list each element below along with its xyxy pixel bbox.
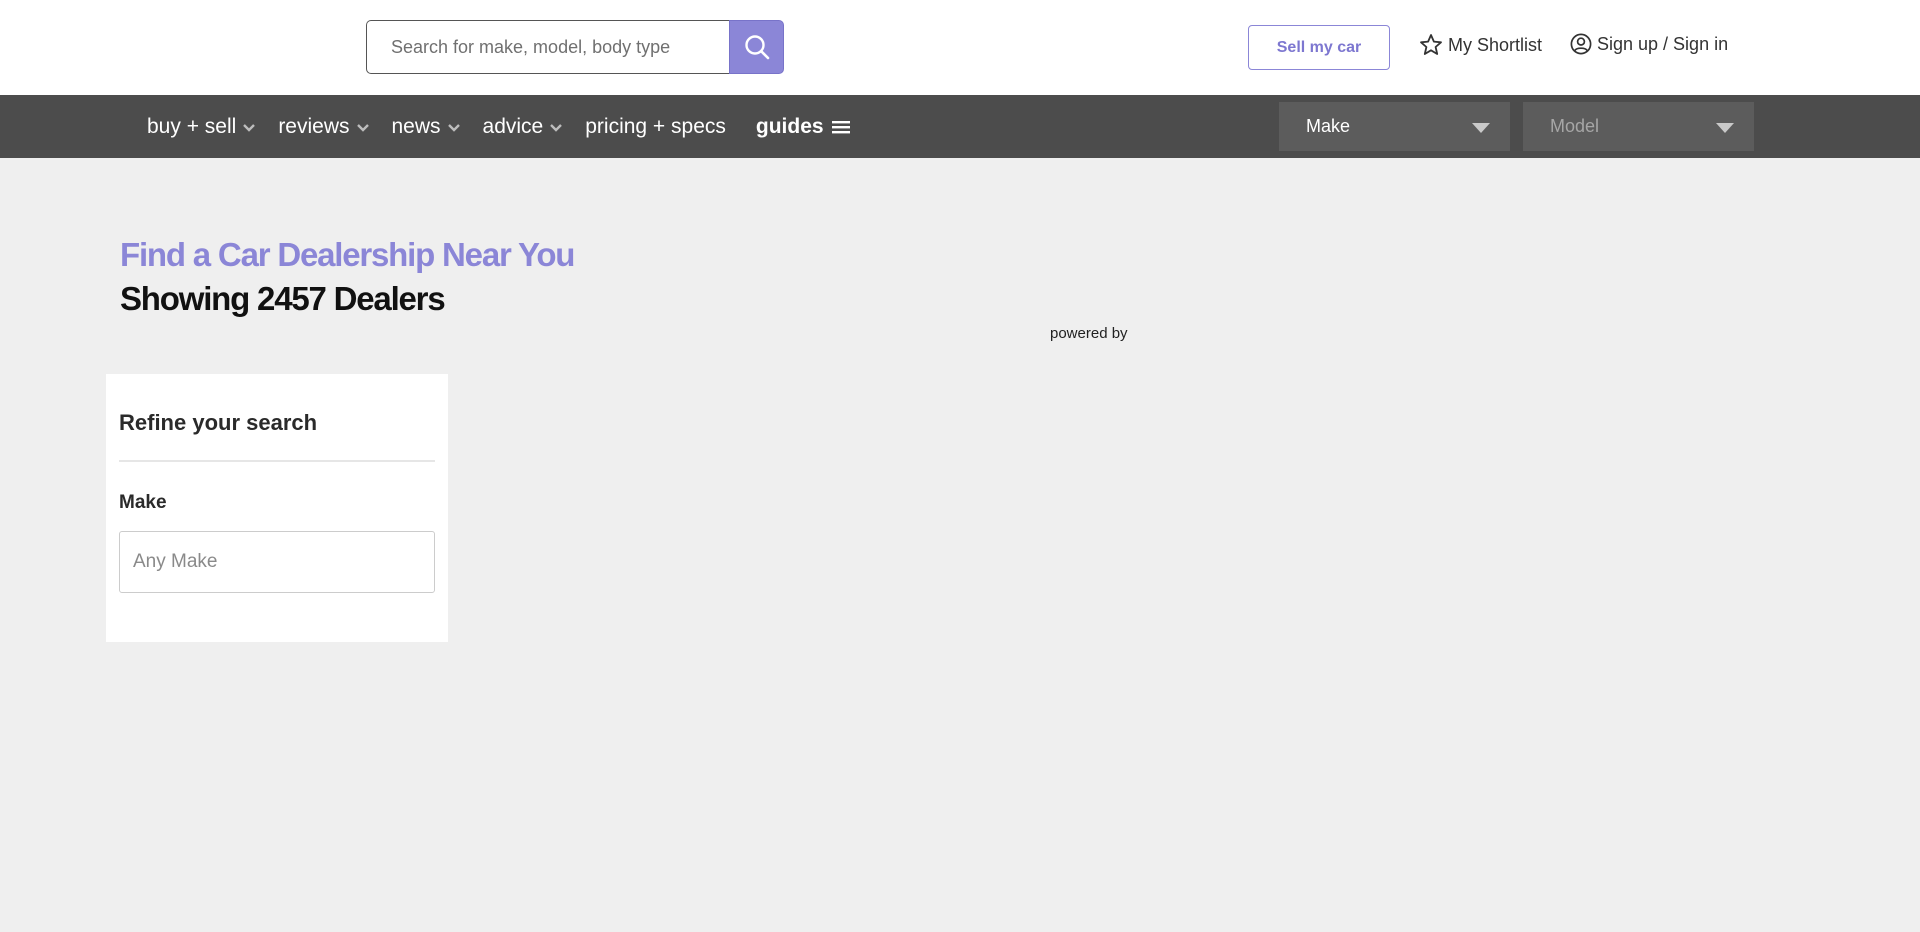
refine-title: Refine your search bbox=[119, 410, 318, 435]
page-title: Find a Car Dealership Near You bbox=[120, 236, 575, 273]
make-filter-input[interactable] bbox=[119, 531, 435, 593]
dealer-count: Showing 2457 Dealers bbox=[120, 280, 446, 317]
chevron-down-icon bbox=[447, 124, 460, 132]
search-input[interactable] bbox=[366, 20, 729, 74]
nav-item-label: buy + sell bbox=[147, 114, 237, 138]
sign-in-link[interactable]: Sign up / Sign in bbox=[1570, 33, 1728, 55]
refine-panel: Refine your search Make bbox=[106, 374, 448, 642]
top-header: Sell my car My Shortlist Sign up / Sign … bbox=[0, 0, 1920, 95]
nav-items: buy + sell reviews news advice pricing +… bbox=[147, 95, 872, 158]
search-bar bbox=[366, 20, 784, 74]
chevron-down-icon bbox=[243, 124, 256, 132]
make-filter-label: Make bbox=[119, 492, 167, 513]
chevron-down-icon bbox=[550, 124, 563, 132]
my-shortlist-link[interactable]: My Shortlist bbox=[1419, 33, 1542, 57]
nav-item-label: news bbox=[391, 114, 441, 138]
star-icon bbox=[1420, 34, 1442, 55]
nav-item-label: guides bbox=[755, 114, 824, 138]
nav-item-label: pricing + specs bbox=[585, 114, 726, 138]
hamburger-menu-icon bbox=[831, 120, 850, 133]
powered-by-label: powered by bbox=[1050, 325, 1128, 342]
model-select[interactable]: Model bbox=[1523, 102, 1754, 151]
dropdown-arrow-icon bbox=[1716, 123, 1734, 133]
divider bbox=[119, 460, 435, 462]
shortlist-label: My Shortlist bbox=[1448, 34, 1543, 55]
sell-my-car-button[interactable]: Sell my car bbox=[1248, 25, 1390, 70]
search-icon bbox=[744, 35, 769, 60]
nav-item-news[interactable]: news bbox=[392, 115, 461, 139]
nav-item-label: advice bbox=[482, 114, 544, 138]
dropdown-arrow-icon bbox=[1472, 123, 1490, 133]
nav-item-pricing-specs[interactable]: pricing + specs bbox=[585, 115, 726, 139]
model-select-value: Model bbox=[1550, 116, 1600, 136]
nav-item-reviews[interactable]: reviews bbox=[278, 115, 369, 139]
make-select-value: Make bbox=[1306, 116, 1351, 136]
sign-in-label: Sign up / Sign in bbox=[1597, 33, 1729, 54]
chevron-down-icon bbox=[356, 124, 369, 132]
make-select[interactable]: Make bbox=[1279, 102, 1510, 151]
nav-item-guides[interactable]: guides bbox=[756, 115, 850, 139]
nav-item-advice[interactable]: advice bbox=[483, 115, 564, 139]
user-circle-icon bbox=[1570, 33, 1592, 55]
search-button[interactable] bbox=[729, 20, 784, 74]
nav-item-buy-sell[interactable]: buy + sell bbox=[147, 115, 256, 139]
nav-item-label: reviews bbox=[278, 114, 350, 138]
